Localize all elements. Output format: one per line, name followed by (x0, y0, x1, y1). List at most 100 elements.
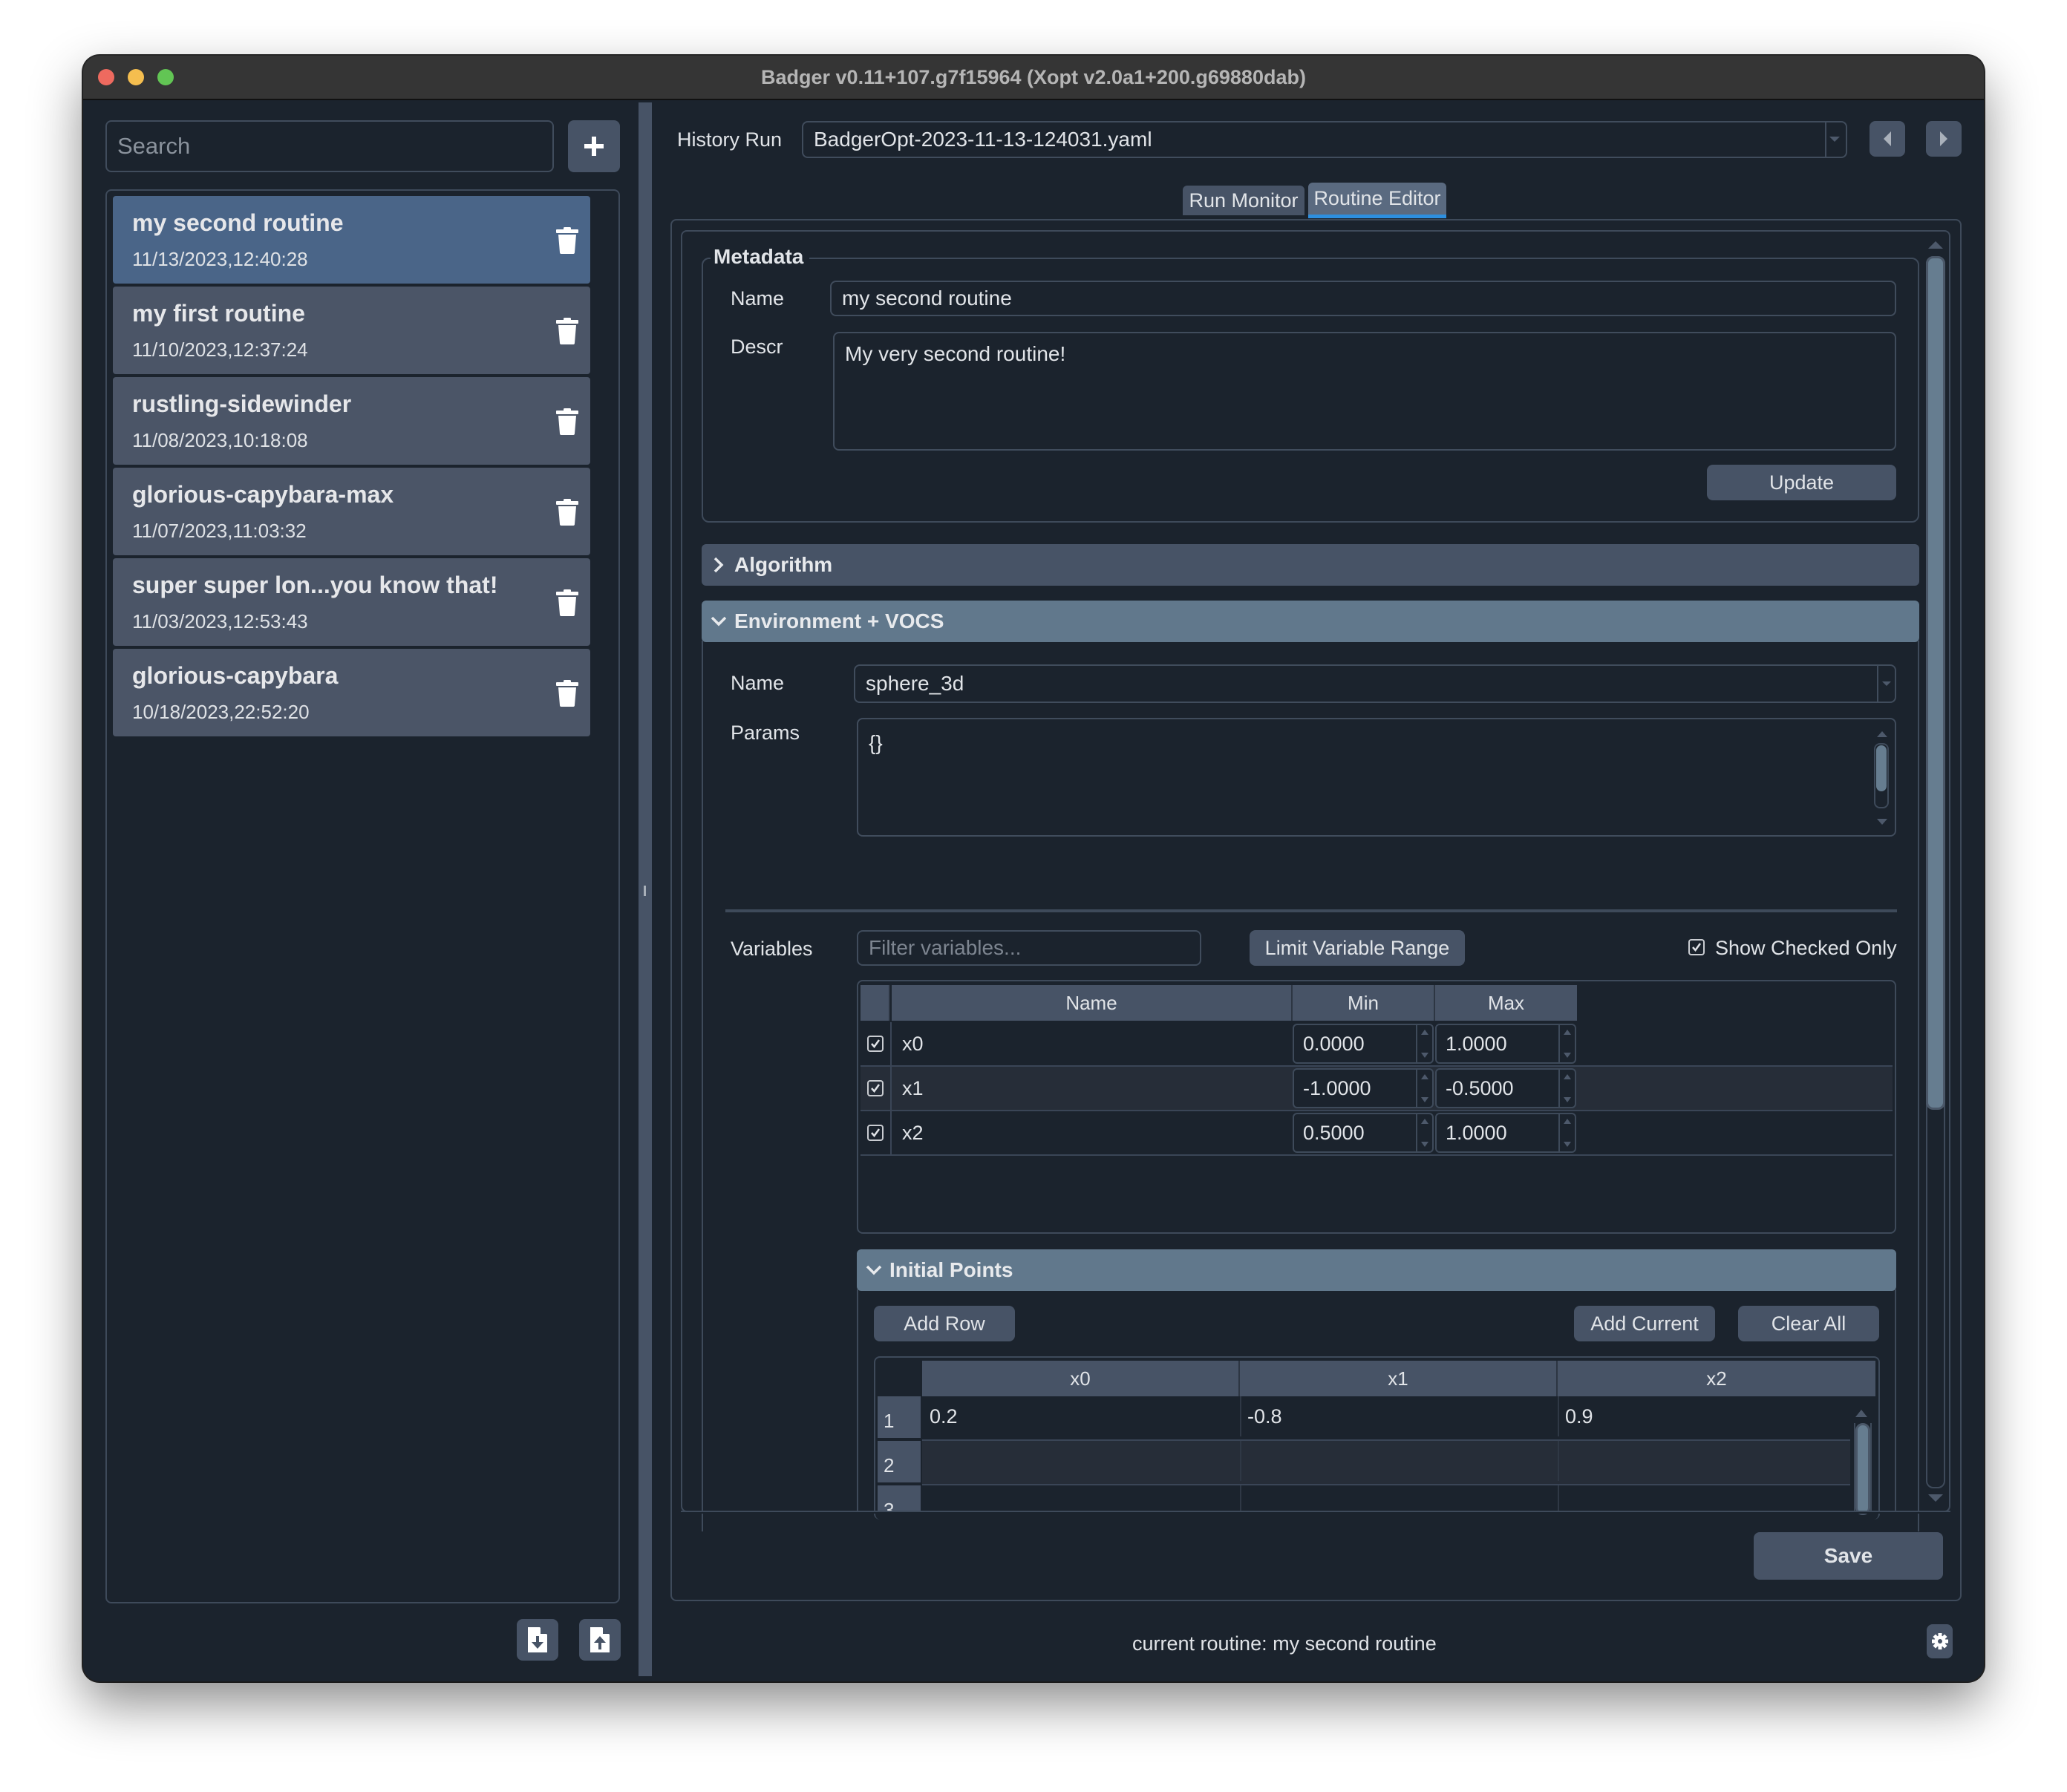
env-combo-arrow[interactable] (1877, 666, 1895, 702)
initial-points-section-header[interactable]: Initial Points (857, 1249, 1896, 1291)
update-button[interactable]: Update (1707, 465, 1896, 500)
splitter-handle[interactable] (639, 102, 652, 1676)
routine-list-item[interactable]: rustling-sidewinder 11/08/2023,10:18:08 (113, 377, 590, 465)
ip-col-x1-header[interactable]: x1 (1240, 1361, 1558, 1396)
routine-list-item[interactable]: super super lon...you know that! 11/03/20… (113, 558, 590, 646)
initial-point-cell[interactable] (1559, 1485, 1850, 1512)
routine-list-item[interactable]: my first routine 11/10/2023,12:37:24 (113, 287, 590, 374)
search-input[interactable]: Search (105, 120, 554, 172)
clear-all-label: Clear All (1771, 1312, 1846, 1335)
initial-point-cell[interactable] (1559, 1441, 1850, 1481)
var-col-min-header[interactable]: Min (1293, 985, 1435, 1021)
params-scroll-up[interactable] (1877, 731, 1887, 737)
add-current-button[interactable]: Add Current (1574, 1306, 1715, 1341)
variable-row[interactable]: x0 0.0000 1.0000 (861, 1022, 1893, 1067)
initial-point-cell[interactable] (924, 1441, 1241, 1481)
variable-min-spinbox[interactable]: 0.0000 (1293, 1024, 1434, 1064)
env-params-editor[interactable]: {} (857, 718, 1896, 837)
routine-name: super super lon...you know that! (132, 572, 498, 598)
env-name-combo[interactable]: sphere_3d (854, 664, 1896, 703)
main-scrollbar-track[interactable] (1926, 256, 1945, 1488)
trash-icon[interactable] (556, 227, 578, 254)
routine-list-item[interactable]: glorious-capybara 10/18/2023,22:52:20 (113, 649, 590, 736)
tab-routine-editor[interactable]: Routine Editor (1308, 183, 1446, 218)
spin-arrows[interactable] (1558, 1025, 1575, 1062)
params-scroll-down[interactable] (1877, 819, 1887, 825)
variable-row[interactable]: x1 -1.0000 -0.5000 (861, 1067, 1893, 1111)
scroll-up-arrow[interactable] (1928, 241, 1943, 249)
filter-variables-input[interactable]: Filter variables... (857, 930, 1201, 966)
variable-row[interactable]: x2 0.5000 1.0000 (861, 1111, 1893, 1156)
params-scrollbar-thumb[interactable] (1876, 745, 1887, 791)
main-scrollbar-thumb[interactable] (1926, 256, 1945, 1110)
row-index[interactable]: 2 (878, 1441, 921, 1482)
export-routine-button[interactable] (579, 1619, 621, 1661)
var-col-max-header[interactable]: Max (1435, 985, 1577, 1021)
var-col-name-header[interactable]: Name (892, 985, 1293, 1021)
trash-icon[interactable] (556, 589, 578, 616)
variable-max-spinbox[interactable]: -0.5000 (1435, 1068, 1576, 1108)
show-checked-only-checkbox[interactable] (1688, 939, 1705, 955)
variable-max-spinbox[interactable]: 1.0000 (1435, 1024, 1576, 1064)
initial-point-cell[interactable]: 0.2 (924, 1396, 1241, 1436)
limit-variable-range-button[interactable]: Limit Variable Range (1250, 930, 1465, 966)
row-index[interactable]: 1 (878, 1396, 921, 1438)
spin-arrows[interactable] (1558, 1114, 1575, 1151)
row-index[interactable]: 3 (878, 1485, 921, 1512)
initial-point-row[interactable]: 1 0.2 -0.8 0.9 (878, 1396, 1850, 1441)
settings-button[interactable] (1927, 1624, 1953, 1658)
import-routine-button[interactable] (517, 1619, 558, 1661)
ip-scrollbar-thumb[interactable] (1855, 1423, 1870, 1515)
initial-point-cell[interactable] (924, 1485, 1241, 1512)
variable-checkbox[interactable] (867, 1080, 884, 1096)
add-row-button[interactable]: Add Row (874, 1306, 1015, 1341)
initial-points-title: Initial Points (889, 1258, 1013, 1281)
params-scrollbar-track[interactable] (1874, 743, 1889, 808)
scroll-down-arrow[interactable] (1928, 1494, 1943, 1502)
tab-run-monitor[interactable]: Run Monitor (1183, 186, 1304, 215)
variable-max-spinbox[interactable]: 1.0000 (1435, 1113, 1576, 1153)
minimize-window-button[interactable] (128, 69, 144, 85)
prev-run-button[interactable] (1870, 121, 1905, 157)
routine-name: glorious-capybara-max (132, 481, 394, 508)
variable-min-spinbox[interactable]: -1.0000 (1293, 1068, 1434, 1108)
add-routine-button[interactable] (568, 120, 620, 172)
variable-checkbox[interactable] (867, 1125, 884, 1141)
maximize-window-button[interactable] (157, 69, 174, 85)
next-run-button[interactable] (1926, 121, 1962, 157)
algorithm-section-header[interactable]: Algorithm (702, 544, 1919, 586)
ip-scrollbar-track[interactable] (1854, 1423, 1872, 1515)
initial-point-cell[interactable] (1241, 1485, 1559, 1512)
add-row-label: Add Row (904, 1312, 985, 1335)
initial-point-cell[interactable]: -0.8 (1241, 1396, 1559, 1436)
combo-dropdown-arrow[interactable] (1825, 122, 1846, 157)
routine-list-item[interactable]: my second routine 11/13/2023,12:40:28 (113, 196, 590, 284)
clear-all-button[interactable]: Clear All (1738, 1306, 1879, 1341)
spin-arrows[interactable] (1416, 1070, 1432, 1107)
ip-col-x0-header[interactable]: x0 (922, 1361, 1240, 1396)
initial-point-row[interactable]: 2 (878, 1441, 1850, 1485)
ip-col-x2-header[interactable]: x2 (1558, 1361, 1875, 1396)
meta-descr-textarea[interactable]: My very second routine! (833, 332, 1896, 451)
trash-icon[interactable] (556, 499, 578, 526)
initial-point-cell[interactable] (1241, 1441, 1559, 1481)
trash-icon[interactable] (556, 680, 578, 707)
spin-arrows[interactable] (1416, 1025, 1432, 1062)
trash-icon[interactable] (556, 408, 578, 435)
routine-name: my first routine (132, 300, 305, 327)
col-divider (890, 1022, 892, 1065)
history-run-combo[interactable]: BadgerOpt-2023-11-13-124031.yaml (802, 121, 1847, 158)
routine-list-item[interactable]: glorious-capybara-max 11/07/2023,11:03:32 (113, 468, 590, 555)
trash-icon[interactable] (556, 318, 578, 344)
meta-name-input[interactable]: my second routine (830, 281, 1896, 316)
save-button[interactable]: Save (1754, 1532, 1943, 1580)
close-window-button[interactable] (98, 69, 114, 85)
variable-min-spinbox[interactable]: 0.5000 (1293, 1113, 1434, 1153)
spin-arrows[interactable] (1558, 1070, 1575, 1107)
environment-section-header[interactable]: Environment + VOCS (702, 601, 1919, 642)
initial-point-cell[interactable]: 0.9 (1559, 1396, 1850, 1436)
initial-point-row[interactable]: 3 (878, 1485, 1850, 1512)
ip-scroll-up[interactable] (1855, 1410, 1867, 1417)
spin-arrows[interactable] (1416, 1114, 1432, 1151)
variable-checkbox[interactable] (867, 1036, 884, 1052)
